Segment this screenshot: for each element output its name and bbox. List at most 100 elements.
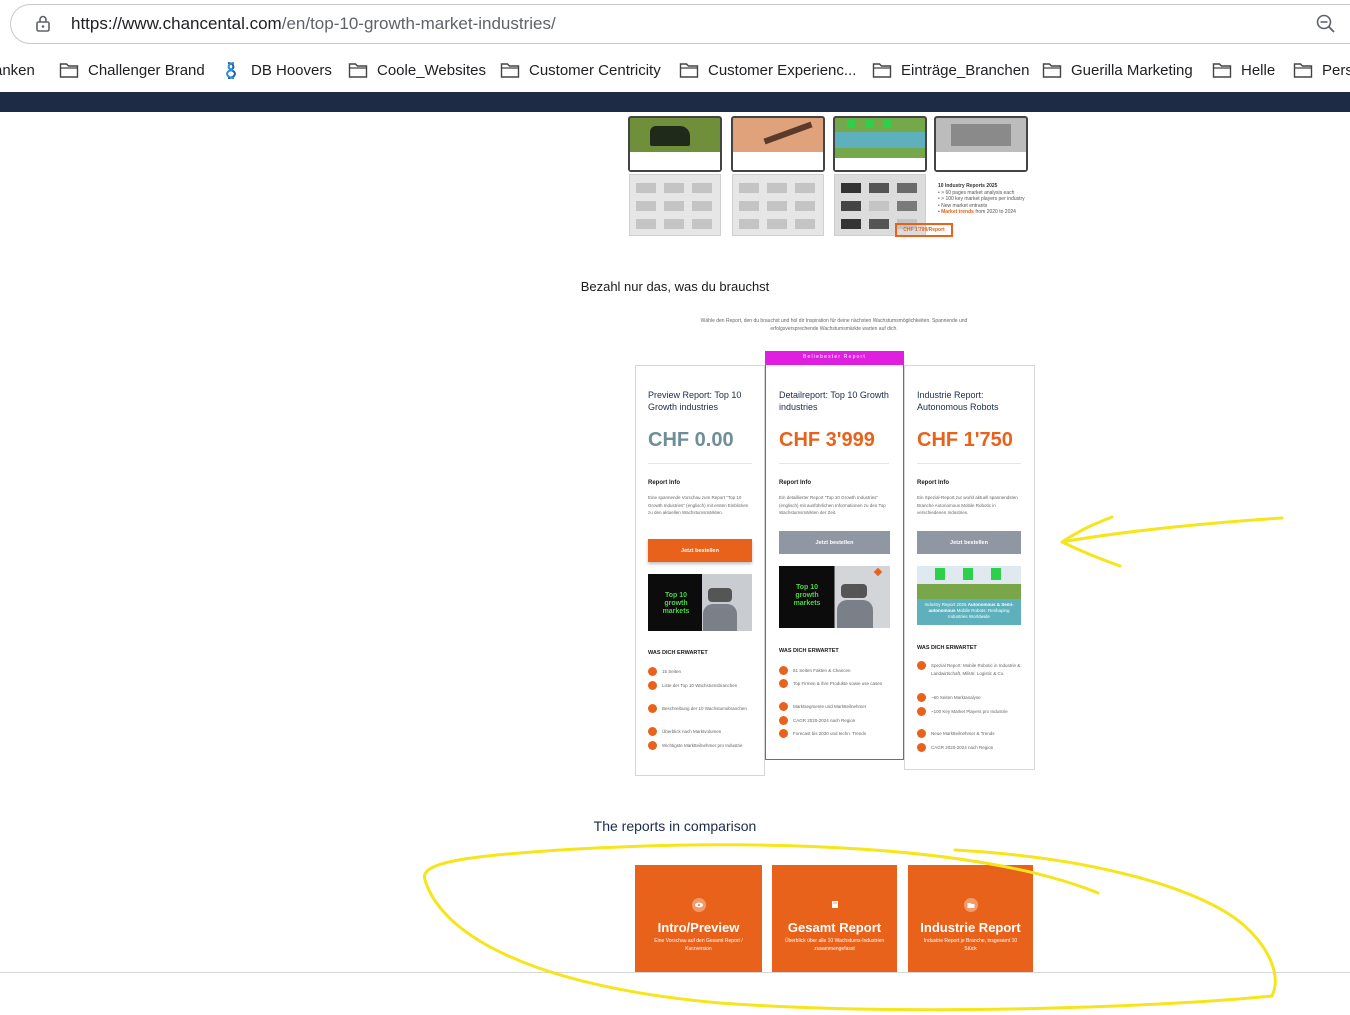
card-expect-label: WAS DICH ERWARTET xyxy=(779,648,839,654)
bookmark-item[interactable]: Challenger Brand xyxy=(59,59,205,81)
card-price: CHF 3'999 xyxy=(779,429,875,451)
bullet-dot-icon xyxy=(779,729,788,738)
feature-text: Marktsegmente und Marktteilnehmer xyxy=(793,704,867,709)
tile-title: Intro/Preview xyxy=(657,920,740,935)
hero-price-tag: CHF 1'799/Report xyxy=(895,223,953,237)
promo-text: growth xyxy=(795,592,819,599)
card-description: Eine spannende Vorschau zum Report "Top … xyxy=(648,495,749,515)
bullet-dot-icon xyxy=(779,702,788,711)
card-title: Detailreport: Top 10 Growth industries xyxy=(779,390,889,412)
bullet-dot-icon xyxy=(648,681,657,690)
card-expect-label: WAS DICH ERWARTET xyxy=(648,650,708,656)
best-report-badge: Beliebester Report xyxy=(765,351,904,364)
feature-item: Spezial Report: Mobile Robotic in Indust… xyxy=(917,661,1025,678)
eye-icon xyxy=(691,898,706,912)
order-button-robots[interactable]: Jetzt bestellen xyxy=(917,531,1021,554)
detail-report-image: Top 10 growth markets xyxy=(779,566,890,628)
card-info-label: Report Info xyxy=(917,480,949,486)
hero-report-info: 10 Industry Reports 2025 • > 60 pages ma… xyxy=(938,183,1038,216)
bookmark-item[interactable]: Guerilla Marketing xyxy=(1042,59,1193,81)
order-button-detail[interactable]: Jetzt bestellen xyxy=(779,531,890,554)
card-divider xyxy=(917,463,1021,464)
zoom-out-icon[interactable] xyxy=(1315,13,1337,35)
promo-text: markets xyxy=(793,600,821,607)
report-thumb-construction xyxy=(731,116,825,172)
comparison-tile-preview[interactable]: Intro/Preview Eine Vorschau auf den Gesa… xyxy=(635,865,762,972)
feature-text: Neue Marktteilnehmer & Trends xyxy=(931,731,995,736)
bullet-dot-icon xyxy=(917,693,926,702)
feature-text: ~60 Seiten Marktanalyse xyxy=(931,695,981,700)
url-host: https://www.chancental.com xyxy=(71,14,282,33)
feature-item: Top Firmen & ihre Produkte sowie use cas… xyxy=(779,679,891,688)
feature-item: ~60 Seiten Marktanalyse xyxy=(917,693,1025,702)
bookmark-item[interactable]: anken xyxy=(0,59,35,81)
report-pages-military xyxy=(629,174,721,236)
bookmark-label: Perso xyxy=(1322,61,1350,79)
folder-icon xyxy=(500,63,520,78)
order-button-preview[interactable]: Jetzt bestellen xyxy=(648,539,752,562)
bullet-dot-icon xyxy=(917,707,926,716)
report-pages-construction xyxy=(732,174,824,236)
comparison-tile-industry[interactable]: Industrie Report Industrie Report je Bra… xyxy=(908,865,1033,972)
bookmark-label: DB Hoovers xyxy=(251,61,332,79)
bullet-dot-icon xyxy=(917,743,926,752)
bookmark-label: Coole_Websites xyxy=(377,61,486,79)
feature-item: CAGR 2020-2024 nach Region xyxy=(779,716,891,725)
comparison-heading: The reports in comparison xyxy=(593,818,757,834)
bookmark-label: Customer Centricity xyxy=(529,61,661,79)
folder-icon xyxy=(872,63,892,78)
bookmark-item[interactable]: Einträge_Branchen xyxy=(872,59,1029,81)
bullet-dot-icon xyxy=(917,661,926,670)
bullet-dot-icon xyxy=(779,716,788,725)
tile-title: Gesamt Report xyxy=(787,920,882,935)
tile-subtitle: Überblick über alle 10 Wachstums-Industr… xyxy=(784,938,885,952)
feature-text: 81 Seiten Fakten & Chancen xyxy=(793,668,851,673)
feature-text: Wichtigste Marktteilnehmer pro Industrie xyxy=(662,743,743,748)
folder-icon xyxy=(1293,63,1313,78)
hero-bullet: • Market trends from 2020 to 2024 xyxy=(938,209,1016,215)
robots-report-caption: Industry Report 2025 Autonomous & Semi-a… xyxy=(917,599,1021,625)
bookmark-item[interactable]: DB Hoovers xyxy=(222,59,332,81)
feature-item: Überblick nach Marktvolumen xyxy=(648,727,758,736)
url-text[interactable]: https://www.chancental.com/en/top-10-gro… xyxy=(71,14,556,34)
card-title: Industrie Report: Autonomous Robots xyxy=(917,390,999,412)
site-navbar xyxy=(0,92,1350,112)
pricing-subtext: Wähle den Report, den du brauchst und ho… xyxy=(700,318,968,332)
feature-text: Top Firmen & ihre Produkte sowie use cas… xyxy=(793,681,883,686)
card-info-label: Report Info xyxy=(779,480,811,486)
bullet-dot-icon xyxy=(648,667,657,676)
card-divider xyxy=(779,463,889,464)
feature-item: 81 Seiten Fakten & Chancen xyxy=(779,666,891,675)
tile-subtitle: Industrie Report je Branche, insgesamt 1… xyxy=(923,938,1018,952)
feature-item: Forecast bis 2030 und techn. Trends xyxy=(779,729,891,738)
promo-text: Top 10 xyxy=(664,592,688,599)
feature-text: Liste der Top 10 Wachstumsbranchen xyxy=(662,683,738,688)
lock-icon[interactable] xyxy=(33,14,53,34)
bookmark-item[interactable]: Customer Experienc... xyxy=(679,59,856,81)
address-bar[interactable]: https://www.chancental.com/en/top-10-gro… xyxy=(10,4,1350,44)
bullet-dot-icon xyxy=(648,704,657,713)
feature-text: CAGR 2020-2024 nach Region xyxy=(931,745,994,750)
promo-text: growth xyxy=(664,600,688,607)
report-thumb-military xyxy=(628,116,722,172)
folder-icon xyxy=(679,63,699,78)
bookmark-label: Challenger Brand xyxy=(88,61,205,79)
bookmark-item[interactable]: Helle xyxy=(1212,59,1275,81)
card-description: Ein Spezial-Report zur world aktuell spa… xyxy=(917,495,1018,515)
feature-item: Wichtigste Marktteilnehmer pro Industrie xyxy=(648,741,758,750)
tile-title: Industrie Report xyxy=(920,920,1021,935)
card-description: Ein detaillierter Report "Top 10 Growth … xyxy=(779,495,886,515)
feature-text: Überblick nach Marktvolumen xyxy=(662,729,722,734)
bookmark-item[interactable]: Customer Centricity xyxy=(500,59,661,81)
bookmark-item[interactable]: Coole_Websites xyxy=(348,59,486,81)
card-divider xyxy=(648,463,752,464)
tile-subtitle: Eine Vorschau auf den Gesamt Report / Ku… xyxy=(654,938,743,952)
bookmark-label: Einträge_Branchen xyxy=(901,61,1030,79)
feature-item: Liste der Top 10 Wachstumsbranchen xyxy=(648,681,758,690)
robots-report-image: Industry Report 2025 Autonomous & Semi-a… xyxy=(917,566,1021,625)
feature-text: Spezial Report: Mobile Robotic in Indust… xyxy=(931,663,1021,676)
bookmark-item[interactable]: Perso xyxy=(1293,59,1350,81)
feature-text: ~100 Key Market Players pro Industrie xyxy=(931,709,1008,714)
promo-text: markets xyxy=(662,608,690,615)
comparison-tile-full[interactable]: Gesamt Report Überblick über alle 10 Wac… xyxy=(772,865,897,972)
